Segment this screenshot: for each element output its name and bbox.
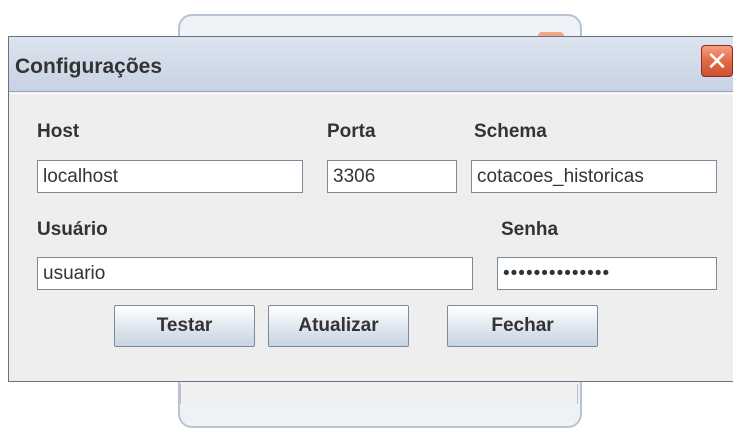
configuracoes-dialog: Configurações ✕ Host localhost Porta 330… [8, 36, 733, 382]
schema-field[interactable]: cotacoes_historicas [471, 160, 717, 193]
porta-label: Porta [327, 121, 376, 142]
close-icon: ✕ [706, 46, 728, 76]
usuario-label: Usuário [37, 219, 108, 240]
testar-button[interactable]: Testar [114, 305, 255, 347]
dialog-title: Configurações [15, 55, 163, 78]
close-button[interactable]: ✕ [701, 45, 733, 77]
senha-field[interactable]: •••••••••••••• [497, 257, 717, 290]
dialog-titlebar[interactable]: Configurações ✕ [9, 37, 733, 92]
background-window-body [180, 384, 578, 404]
host-field[interactable]: localhost [37, 160, 303, 193]
atualizar-button[interactable]: Atualizar [268, 305, 409, 347]
usuario-field[interactable]: usuario [37, 257, 473, 290]
senha-label: Senha [501, 219, 559, 240]
porta-field[interactable]: 3306 [327, 160, 457, 193]
fechar-button[interactable]: Fechar [447, 305, 598, 347]
host-label: Host [37, 121, 80, 142]
schema-label: Schema [474, 121, 547, 142]
